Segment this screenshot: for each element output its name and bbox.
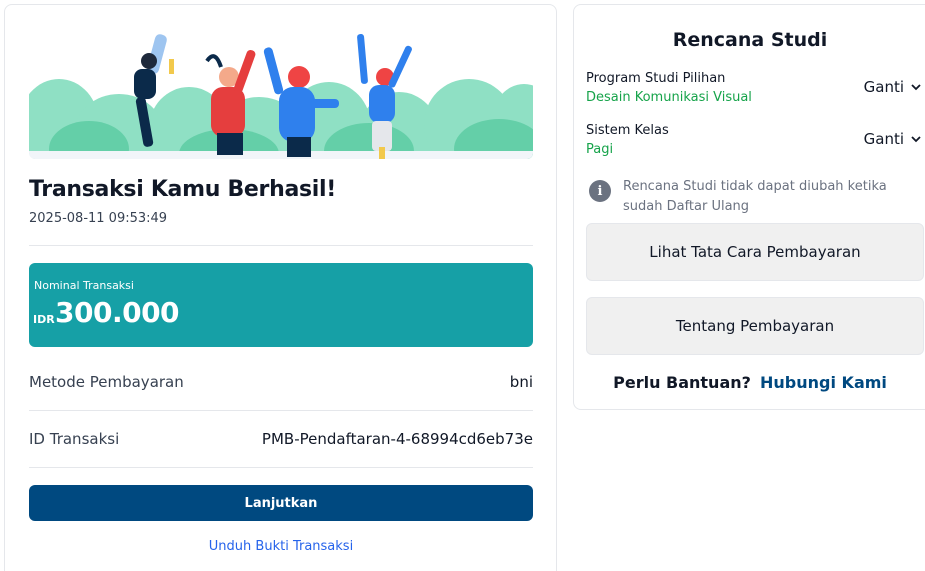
chevron-down-icon	[911, 84, 921, 91]
chevron-down-icon	[911, 136, 921, 143]
divider	[29, 467, 533, 468]
divider	[29, 410, 533, 411]
transaction-datetime: 2025-08-11 09:53:49	[29, 211, 168, 226]
download-proof-link[interactable]: Unduh Bukti Transaksi	[29, 539, 533, 554]
about-payment-button[interactable]: Tentang Pembayaran	[586, 297, 924, 355]
success-illustration	[29, 29, 533, 159]
continue-button[interactable]: Lanjutkan	[29, 485, 533, 521]
change-class-button[interactable]: Ganti	[864, 130, 922, 148]
amount-label: Nominal Transaksi	[34, 279, 134, 292]
transaction-id-value: PMB-Pendaftaran-4-68994cd6eb73e	[261, 430, 533, 448]
divider	[29, 245, 533, 246]
transaction-id-label: ID Transaksi	[29, 430, 120, 448]
transaction-card: Transaksi Kamu Berhasil! 2025-08-11 09:5…	[4, 4, 557, 571]
amount-value: 300.000	[55, 296, 180, 329]
amount-currency: IDR	[33, 313, 55, 326]
change-label: Ganti	[863, 78, 904, 96]
contact-us-link[interactable]: Hubungi Kami	[760, 373, 887, 392]
change-program-button[interactable]: Ganti	[864, 78, 922, 96]
program-study-row: Program Studi Pilihan Desain Komunikasi …	[586, 71, 922, 105]
help-question: Perlu Bantuan?	[613, 373, 751, 392]
payment-method-label: Metode Pembayaran	[29, 373, 184, 391]
payment-guide-button[interactable]: Lihat Tata Cara Pembayaran	[586, 223, 924, 281]
study-plan-card: Rencana Studi Program Studi Pilihan Desa…	[573, 4, 925, 410]
notice-text: Rencana Studi tidak dapat diubah ketika …	[623, 179, 887, 214]
class-system-row: Sistem Kelas Pagi Ganti	[586, 123, 922, 157]
payment-method-value: bni	[509, 373, 533, 391]
change-label: Ganti	[863, 130, 904, 148]
info-icon: i	[589, 180, 611, 202]
study-plan-title: Rencana Studi	[672, 29, 828, 51]
amount-panel: Nominal Transaksi IDR 300.000	[29, 263, 533, 347]
help-section: Perlu Bantuan? Hubungi Kami	[574, 373, 925, 392]
success-title: Transaksi Kamu Berhasil!	[29, 177, 337, 202]
